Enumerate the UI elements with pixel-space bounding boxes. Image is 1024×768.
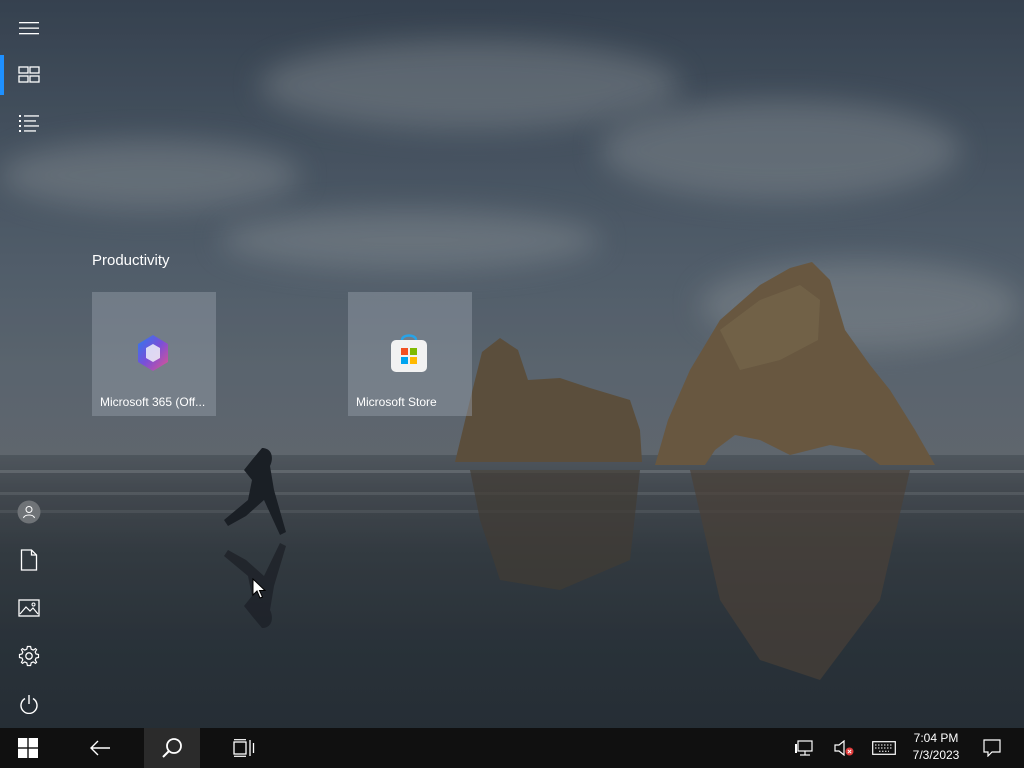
back-arrow-icon bbox=[90, 740, 110, 756]
pictures-icon bbox=[18, 599, 40, 617]
touch-keyboard-icon bbox=[872, 741, 896, 755]
pinned-tiles-icon bbox=[18, 66, 40, 83]
search-button[interactable] bbox=[144, 728, 200, 768]
clock-date: 7/3/2023 bbox=[912, 748, 960, 762]
hamburger-menu-icon bbox=[19, 22, 39, 35]
start-menu-rail bbox=[0, 0, 58, 728]
taskbar: 7:04 PM 7/3/2023 bbox=[0, 728, 1024, 768]
tile-microsoft-store[interactable]: Microsoft Store bbox=[348, 292, 472, 416]
taskbar-clock[interactable]: 7:04 PM 7/3/2023 bbox=[900, 730, 972, 766]
documents-icon bbox=[20, 549, 38, 571]
action-center-icon bbox=[983, 739, 1001, 757]
power-icon bbox=[20, 695, 38, 714]
network-icon bbox=[795, 740, 813, 756]
pictures-button[interactable] bbox=[0, 584, 58, 632]
expand-menu-button[interactable] bbox=[0, 4, 58, 52]
action-center-button[interactable] bbox=[976, 728, 1008, 768]
settings-gear-icon bbox=[18, 645, 40, 667]
volume-tray-button[interactable] bbox=[828, 728, 860, 768]
microsoft-365-icon bbox=[138, 335, 168, 371]
user-avatar-icon bbox=[17, 500, 41, 524]
windows-logo-icon bbox=[18, 738, 38, 758]
mouse-cursor-icon bbox=[252, 578, 266, 599]
group-title[interactable]: Productivity bbox=[92, 252, 170, 269]
all-apps-list-icon bbox=[19, 115, 39, 132]
task-view-button[interactable] bbox=[216, 728, 272, 768]
network-tray-button[interactable] bbox=[788, 728, 820, 768]
volume-muted-icon bbox=[834, 740, 854, 756]
tile-microsoft-365[interactable]: Microsoft 365 (Off... bbox=[92, 292, 216, 416]
documents-button[interactable] bbox=[0, 536, 58, 584]
tile-label: Microsoft 365 (Off... bbox=[100, 395, 206, 409]
pinned-tiles-button[interactable] bbox=[0, 51, 58, 99]
microsoft-store-icon bbox=[391, 334, 427, 372]
touch-keyboard-button[interactable] bbox=[866, 728, 902, 768]
start-button[interactable] bbox=[0, 728, 56, 768]
clock-time: 7:04 PM bbox=[913, 731, 959, 745]
power-button[interactable] bbox=[0, 680, 58, 728]
all-apps-button[interactable] bbox=[0, 99, 58, 147]
settings-button[interactable] bbox=[0, 632, 58, 680]
back-button[interactable] bbox=[72, 728, 128, 768]
search-icon bbox=[162, 738, 182, 758]
tile-label: Microsoft Store bbox=[356, 395, 437, 409]
user-account-button[interactable] bbox=[0, 488, 58, 536]
task-view-icon bbox=[233, 739, 255, 757]
